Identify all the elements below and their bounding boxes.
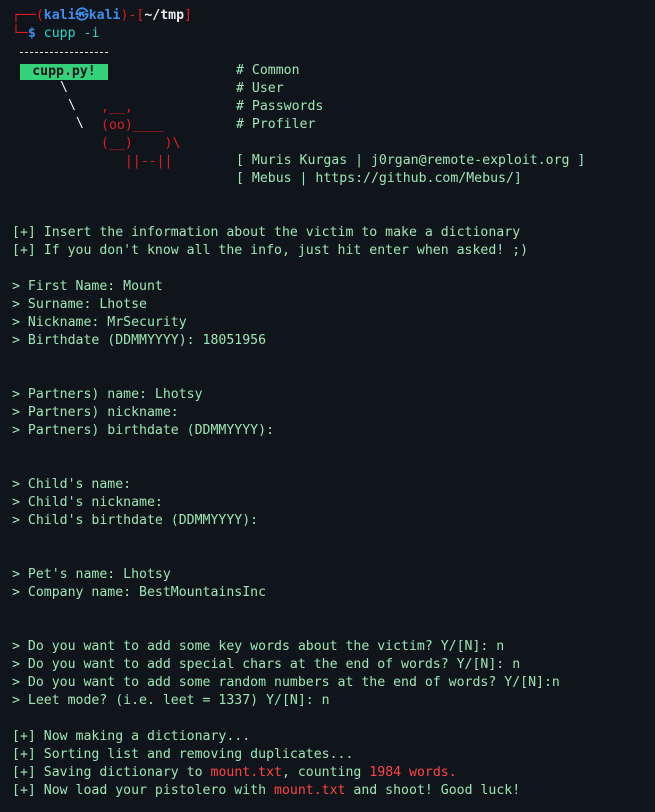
prompt-bracket-close: ] (184, 8, 192, 23)
output-sorting: [+] Sorting list and removing duplicates… (12, 747, 354, 762)
output-saving-prefix: [+] Saving dictionary to (12, 765, 211, 780)
command-line: └─$ cupp -i (12, 25, 99, 43)
output-filename: mount.txt (210, 765, 282, 780)
banner-comment-passwords: # Passwords (236, 99, 324, 114)
banner-comment-user: # User (236, 81, 284, 96)
partner-name: > Partners) name: Lhotsy (12, 387, 203, 402)
ascii-cow-body: (__) )\ (101, 136, 181, 151)
ascii-cow-line-3: \ (60, 116, 84, 131)
banner-author: [ Muris Kurgas | j0rgan@remote-exploit.o… (236, 153, 586, 168)
victim-birthdate: > Birthdate (DDMMYYYY): 18051956 (12, 333, 267, 348)
banner-comment-common: # Common (236, 63, 300, 78)
output-load-suffix: and shoot! Good luck! (345, 783, 521, 798)
output-word-count: 1984 words. (369, 765, 457, 780)
victim-surname: > Surname: Lhotse (12, 297, 147, 312)
child-name: > Child's name: (12, 477, 132, 492)
banner-title: cupp.py! (20, 64, 108, 80)
victim-first-name: > First Name: Mount (12, 279, 163, 294)
prompt-second-prefix: └─ (12, 26, 28, 41)
child-nickname: > Child's nickname: (12, 495, 163, 510)
terminal-window[interactable]: ┌──(kali㉿kali)-[~/tmp] └─$ cupp -i cupp.… (0, 0, 655, 812)
child-birthdate: > Child's birthdate (DDMMYYYY): (12, 513, 259, 528)
victim-nickname: > Nickname: MrSecurity (12, 315, 187, 330)
prompt-user: kali㉿kali (43, 8, 121, 23)
output-making: [+] Now making a dictionary... (12, 729, 251, 744)
question-leet-mode: > Leet mode? (i.e. leet = 1337) Y/[N]: n (12, 693, 330, 708)
banner-mebus: [ Mebus | https://github.com/Mebus/] (236, 171, 522, 186)
prompt-line: ┌──(kali㉿kali)-[~/tmp] (12, 7, 192, 25)
pet-name: > Pet's name: Lhotsy (12, 567, 171, 582)
ascii-cow-line-2: \ (60, 98, 76, 113)
company-name: > Company name: BestMountainsInc (12, 585, 267, 600)
command-arg: -i (83, 26, 100, 41)
output-load-file: mount.txt (274, 783, 346, 798)
question-random-numbers: > Do you want to add some random numbers… (12, 675, 560, 690)
output-load-prefix: [+] Now load your pistolero with (12, 783, 275, 798)
ascii-cow-legs: ||--|| (101, 154, 173, 169)
banner-top-rule (20, 52, 108, 53)
banner-comment-profiler: # Profiler (236, 117, 316, 132)
partner-nickname: > Partners) nickname: (12, 405, 179, 420)
intro-line-1: [+] Insert the information about the vic… (12, 225, 521, 240)
prompt-bracket-open: ┌──( (12, 8, 44, 23)
output-saving: [+] Saving dictionary to mount.txt, coun… (12, 764, 457, 782)
question-keywords: > Do you want to add some key words abou… (12, 639, 505, 654)
output-load: [+] Now load your pistolero with mount.t… (12, 782, 520, 800)
ascii-cow-head: (oo)____ (101, 118, 165, 133)
prompt-path: ~/tmp (144, 8, 185, 23)
ascii-cow-line-1: \ (60, 80, 68, 95)
question-special-chars: > Do you want to add special chars at th… (12, 657, 521, 672)
command-name: cupp (43, 26, 76, 41)
output-saving-mid: , counting (281, 765, 370, 780)
partner-birthdate: > Partners) birthdate (DDMMYYYY): (12, 423, 275, 438)
intro-line-2: [+] If you don't know all the info, just… (12, 243, 529, 258)
prompt-dollar: $ (27, 26, 36, 41)
prompt-separator: )-[ (120, 8, 145, 23)
ascii-cow-horns: ,__, (101, 100, 133, 115)
